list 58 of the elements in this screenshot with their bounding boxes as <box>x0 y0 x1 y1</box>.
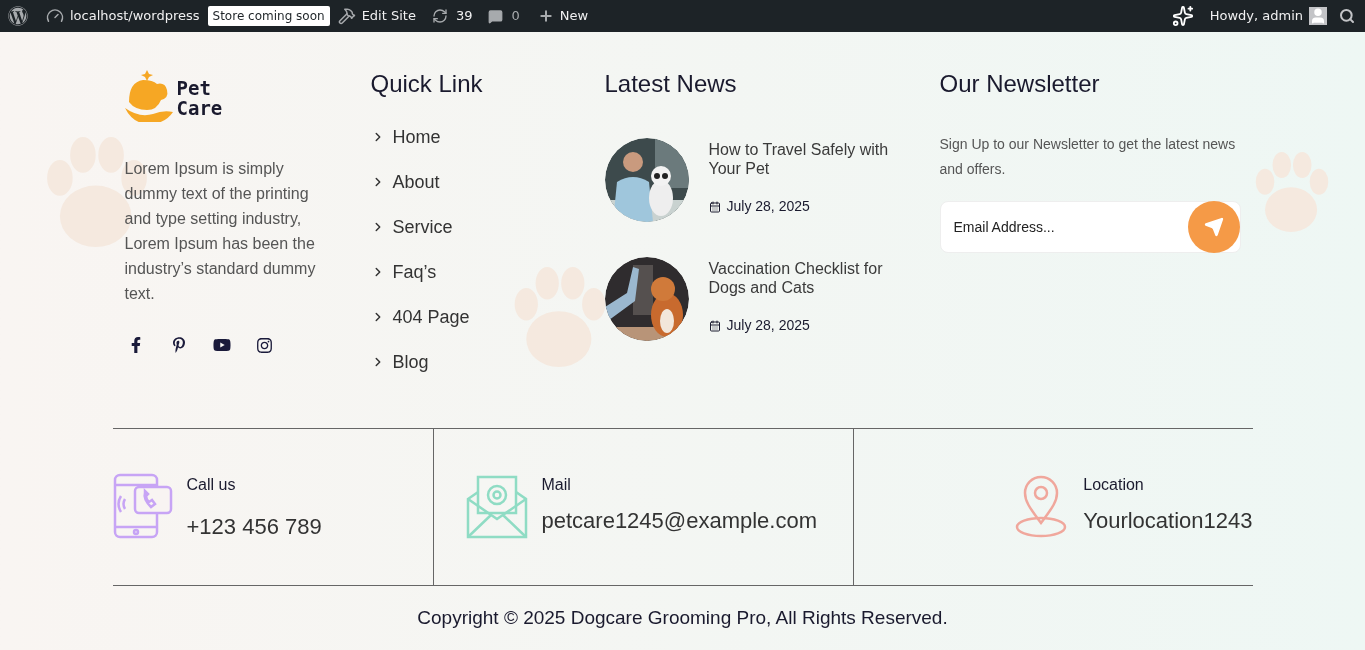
new-link[interactable]: New <box>537 6 589 26</box>
column-heading: Our Newsletter <box>939 70 1101 98</box>
news-date: July 28, 2025 <box>726 316 810 335</box>
updates-count: 39 <box>455 7 473 26</box>
youtube-icon[interactable] <box>212 336 231 354</box>
logo-text: Care <box>176 98 223 118</box>
instagram-icon[interactable] <box>256 336 273 354</box>
dashboard-icon <box>46 7 64 25</box>
pinterest-icon[interactable] <box>170 337 187 353</box>
greeting: Howdy, admin <box>1209 7 1303 26</box>
search-icon[interactable] <box>1339 8 1355 24</box>
contact-value: petcare1245@example.com <box>541 507 817 535</box>
logo-text: Pet <box>176 78 212 98</box>
phone-icon <box>112 473 173 539</box>
footer-link[interactable]: Home <box>370 124 605 150</box>
calendar-icon <box>708 319 721 332</box>
account-link[interactable]: Howdy, admin <box>1209 6 1327 26</box>
sparkle-icon[interactable] <box>1171 5 1194 27</box>
footer-link[interactable]: Faq’s <box>370 259 605 285</box>
column-heading: Latest News <box>604 70 738 98</box>
send-icon <box>1203 217 1224 237</box>
footer-link[interactable]: About <box>370 169 605 195</box>
updates-link[interactable]: 39 <box>431 6 473 26</box>
contact-label: Mail <box>541 475 572 495</box>
contact-label: Location <box>1083 475 1145 495</box>
comments-count: 0 <box>511 7 520 26</box>
footer-link[interactable]: 404 Page <box>370 304 605 330</box>
site-name: localhost/wordpress <box>70 7 200 26</box>
column-heading: Quick Link <box>370 70 484 98</box>
news-date: July 28, 2025 <box>726 197 810 216</box>
email-field[interactable]: Email Address... <box>939 201 1241 253</box>
email-input[interactable]: Email Address... <box>940 216 1188 238</box>
calendar-icon <box>708 200 721 213</box>
updates-icon <box>431 8 448 24</box>
hammer-icon <box>337 7 356 25</box>
newsletter-text: Sign Up to our Newsletter to get the latest news and offers. <box>939 135 1237 179</box>
edit-site-link[interactable]: Edit Site <box>337 6 416 26</box>
new-label: New <box>559 7 589 26</box>
avatar-icon <box>1309 7 1327 25</box>
contact-label: Call us <box>186 475 237 495</box>
plus-icon <box>537 8 554 24</box>
comments-link[interactable]: 0 <box>488 6 520 26</box>
contact-value: Yourlocation1243 <box>1083 507 1253 535</box>
store-badge: Store coming soon <box>207 6 330 26</box>
footer-link[interactable]: Service <box>370 214 605 240</box>
comment-icon <box>488 8 504 24</box>
mail-icon <box>465 473 528 539</box>
contact-value: +123 456 789 <box>186 513 322 541</box>
footer-link[interactable]: Blog <box>370 349 605 375</box>
pet-logo-icon <box>124 68 173 122</box>
about-text: Lorem Ipsum is simply dummy text of the printing and type setting industry, Lorem Ipsum has been the industry’s standard dummy text. <box>124 159 317 304</box>
site-link[interactable]: localhost/wordpress <box>46 6 200 26</box>
news-title[interactable]: Vaccination Checklist for Dogs and Cats <box>708 259 889 297</box>
news-title[interactable]: How to Travel Safely with Your Pet <box>708 140 889 178</box>
wordpress-logo-icon[interactable] <box>8 6 28 26</box>
logo[interactable]: Pet Care <box>124 68 371 122</box>
copyright-text: Copyright © 2025 Dogcare Grooming Pro, All Rights Reserved. <box>416 606 949 630</box>
edit-site-label: Edit Site <box>361 7 416 26</box>
